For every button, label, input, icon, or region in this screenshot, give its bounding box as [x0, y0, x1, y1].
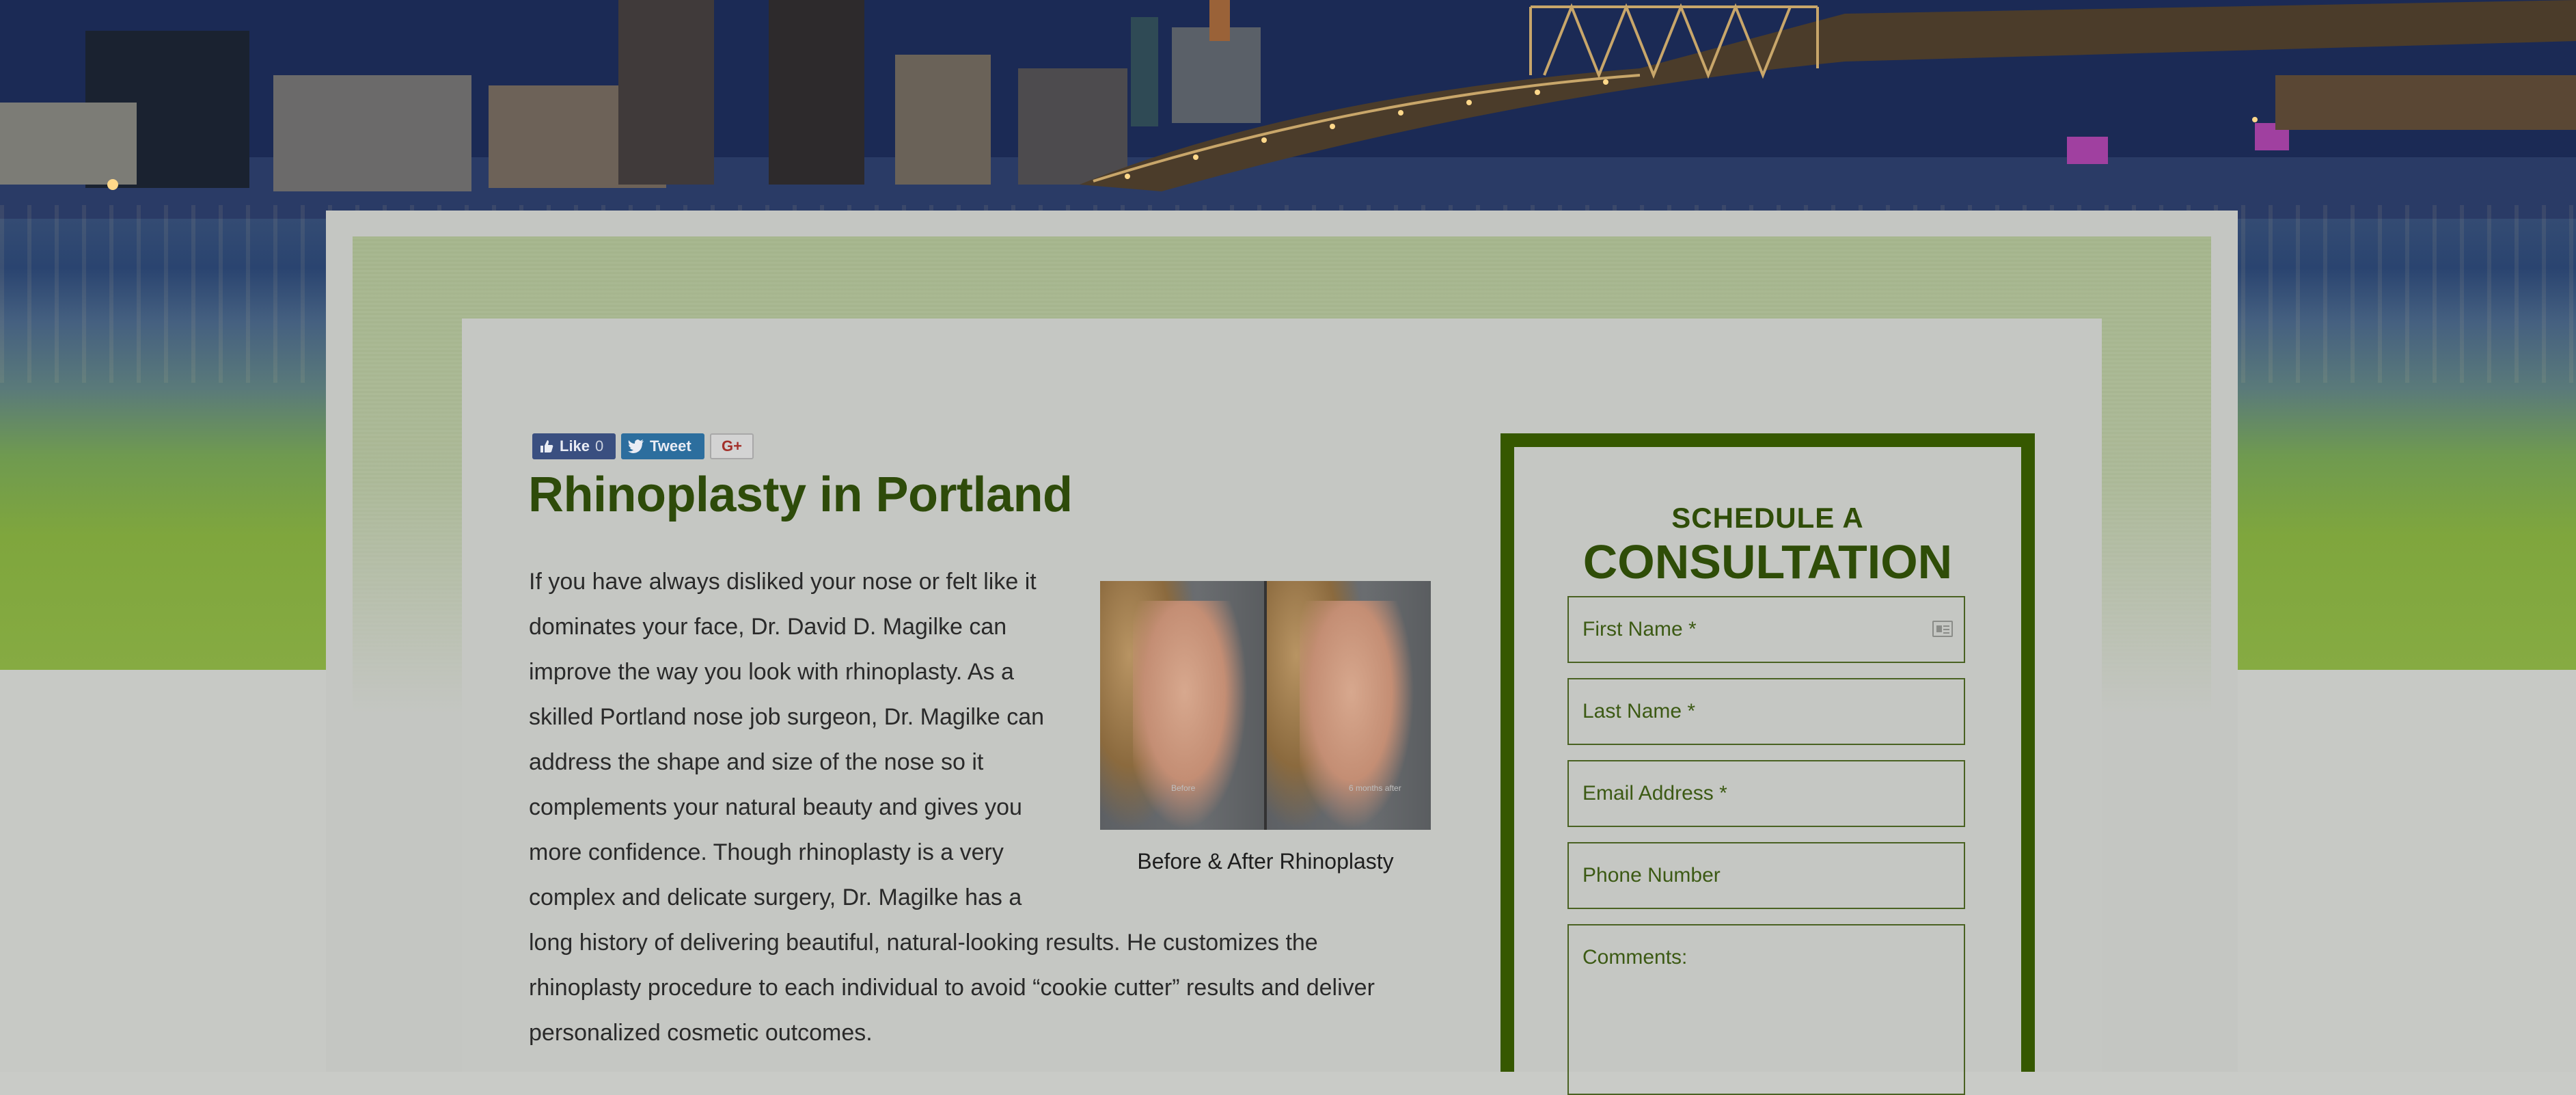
city-skyline-image	[0, 0, 2576, 219]
phone-placeholder: Phone Number	[1582, 864, 1721, 887]
comments-placeholder: Comments:	[1582, 946, 1688, 969]
last-name-field[interactable]: Last Name *	[1567, 678, 1965, 745]
form-heading-small: SCHEDULE A	[1671, 502, 1864, 534]
article-body: Before 6 months after Before & After Rhi…	[529, 559, 1431, 1055]
like-label: Like	[560, 437, 590, 455]
first-name-field[interactable]: First Name *	[1567, 596, 1965, 663]
email-field[interactable]: Email Address *	[1567, 760, 1965, 827]
twitter-bird-icon	[628, 440, 644, 453]
google-plus-button[interactable]: G+	[710, 433, 754, 459]
first-name-placeholder: First Name *	[1582, 618, 1697, 640]
facebook-like-button[interactable]: Like 0	[532, 433, 616, 459]
page-title: Rhinoplasty in Portland	[528, 468, 1073, 522]
like-count: 0	[595, 437, 604, 455]
before-photo: Before	[1100, 581, 1264, 830]
last-name-placeholder: Last Name *	[1582, 700, 1696, 722]
before-photo-label: Before	[1171, 783, 1196, 793]
email-placeholder: Email Address *	[1582, 782, 1727, 805]
image-caption: Before & After Rhinoplasty	[1137, 849, 1394, 874]
form-heading-large: CONSULTATION	[1582, 535, 1953, 589]
phone-field[interactable]: Phone Number	[1567, 842, 1965, 909]
thumbs-up-icon	[540, 440, 553, 452]
before-after-photo[interactable]: Before 6 months after	[1100, 581, 1431, 830]
before-after-figure: Before 6 months after Before & After Rhi…	[1100, 581, 1431, 875]
after-photo-label: 6 months after	[1349, 783, 1401, 793]
consultation-form: SCHEDULE A CONSULTATION First Name * Las…	[1501, 433, 2035, 1095]
comments-field[interactable]: Comments:	[1567, 924, 1965, 1095]
tweet-label: Tweet	[650, 437, 691, 455]
google-plus-icon: G+	[722, 437, 742, 455]
social-share-bar: Like 0 Tweet G+	[532, 433, 754, 461]
tweet-button[interactable]: Tweet	[621, 433, 704, 459]
contact-card-icon	[1932, 621, 1953, 637]
after-photo: 6 months after	[1267, 581, 1431, 830]
